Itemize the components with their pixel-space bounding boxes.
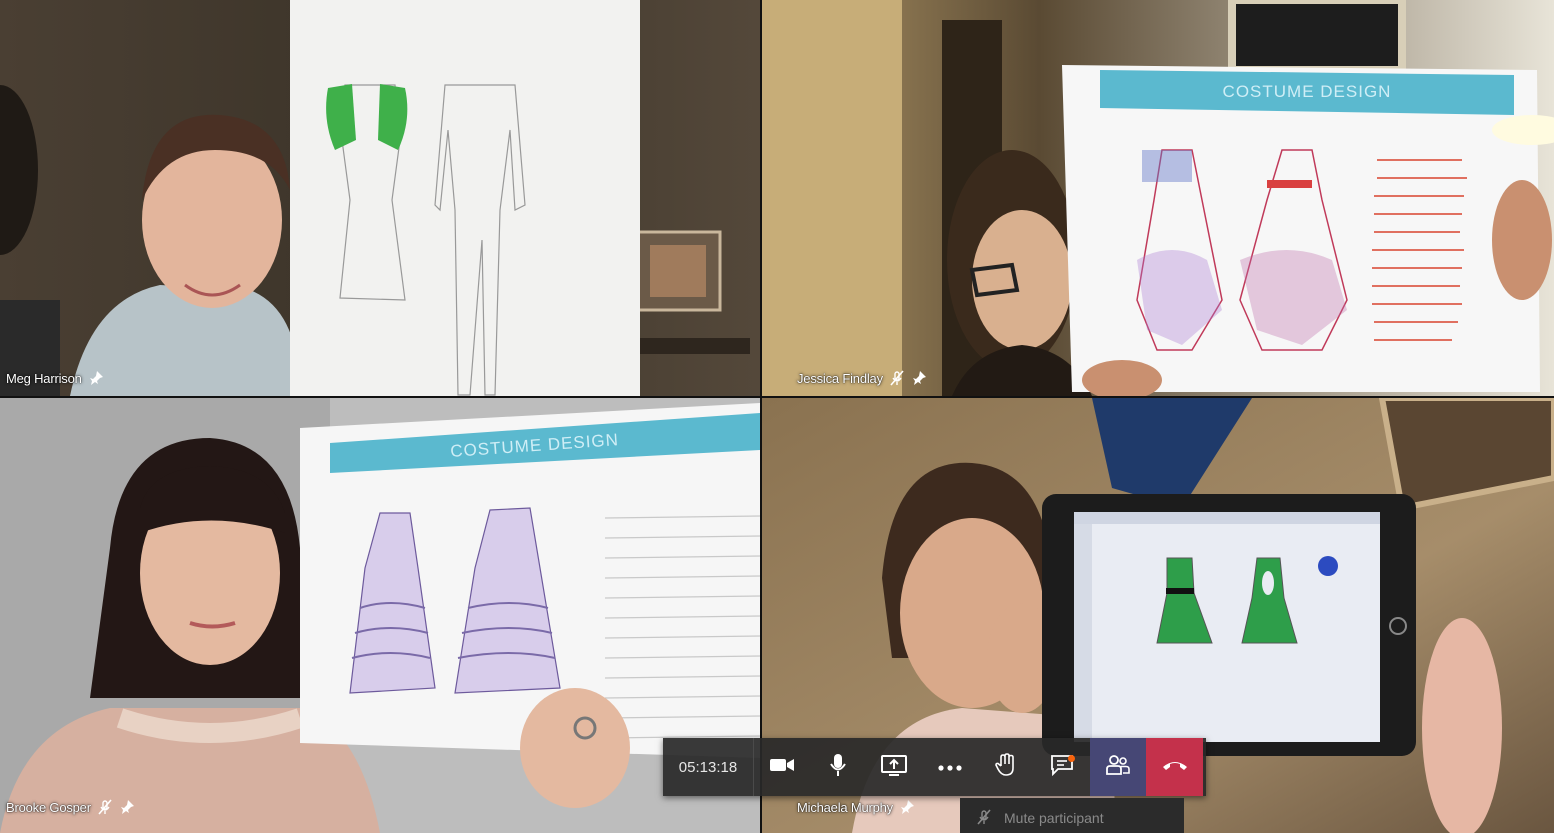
participant-name: Jessica Findlay [797,370,883,386]
hang-up-icon [1162,758,1188,776]
call-control-bar: 05:13:18 [663,738,1206,796]
muted-mic-icon [889,370,905,386]
camera-icon [769,756,795,779]
more-options-icon [938,758,962,776]
pin-icon [911,370,927,386]
participant-name: Brooke Gosper [6,799,91,815]
video-feed: COSTUME DESIGN [762,0,1554,396]
chat-button[interactable] [1034,738,1090,796]
hang-up-button[interactable] [1146,738,1203,796]
muted-mic-icon [976,808,992,828]
participant-name: Michaela Murphy [797,799,893,815]
camera-button[interactable] [754,738,810,796]
participants-button[interactable] [1090,738,1146,796]
participants-icon [1106,754,1130,781]
share-screen-button[interactable] [866,738,922,796]
video-tile-meg-harrison[interactable]: Meg Harrison [0,0,760,396]
video-tile-jessica-findlay[interactable]: COSTUME DESIGN Jessica Findlay [762,0,1554,396]
call-timer: 05:13:18 [663,738,754,796]
pin-icon [119,799,135,815]
participant-name-tag: Meg Harrison [6,370,104,386]
raise-hand-icon [995,752,1017,782]
more-options-button[interactable] [922,738,978,796]
participant-name-tag: Michaela Murphy [797,799,915,815]
raise-hand-button[interactable] [978,738,1034,796]
sheet-title: COSTUME DESIGN [1223,82,1392,101]
share-screen-icon [881,754,907,781]
video-feed: COSTUME DESIGN [0,398,760,833]
pin-icon [899,799,915,815]
microphone-button[interactable] [810,738,866,796]
pin-icon [88,370,104,386]
meeting-stage: Meg Harrison COSTUME DESIGN Jessica Find… [0,0,1554,833]
microphone-icon [829,753,847,782]
participant-name: Meg Harrison [6,370,82,386]
participant-name-tag: Jessica Findlay [797,370,927,386]
video-feed [0,0,760,396]
muted-mic-icon [97,799,113,815]
notification-dot [1068,755,1075,762]
video-tile-brooke-gosper[interactable]: COSTUME DESIGN Brooke Gosper [0,398,760,833]
participant-name-tag: Brooke Gosper [6,799,135,815]
menu-item-label: Mute participant [1004,810,1104,826]
mute-participant-menu-item[interactable]: Mute participant [960,798,1184,833]
